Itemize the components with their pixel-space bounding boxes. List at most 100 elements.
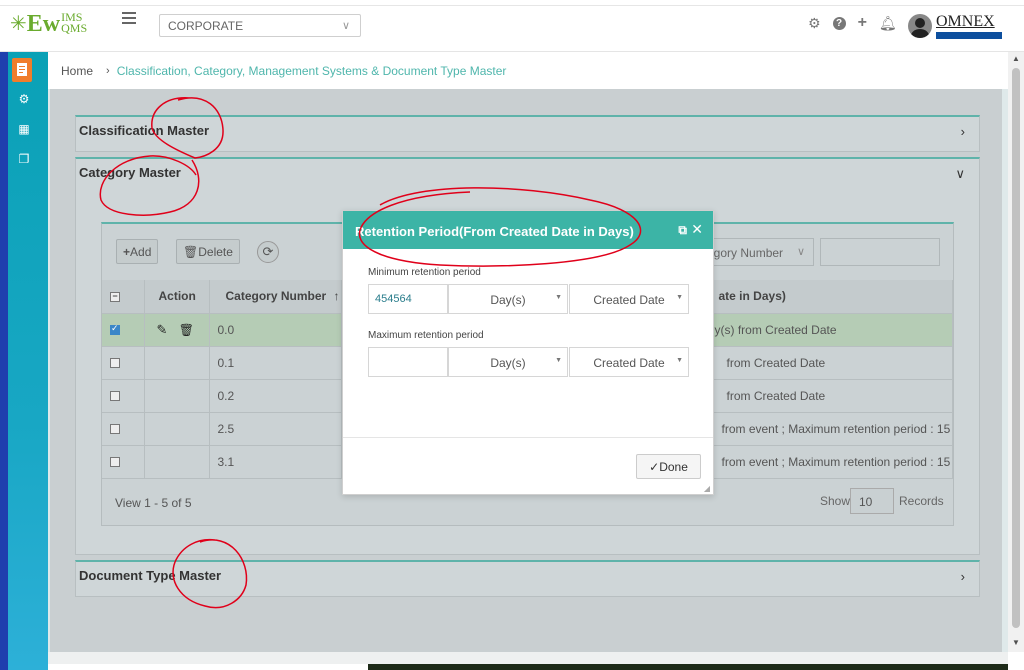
max-basis-select[interactable]: Created Date ▼ [569,347,689,377]
scroll-down-icon[interactable]: ▼ [1012,638,1020,647]
chevron-right-icon[interactable]: › [961,569,965,584]
popout-icon[interactable]: ⧉ [678,223,687,238]
min-retention-input[interactable]: 454564 [368,284,448,314]
retention-cell: from event ; Maximum retention period : … [708,445,953,479]
close-icon[interactable]: ✕ [691,221,703,238]
column-header-category-number[interactable]: Category Number ↑ [209,280,342,314]
caret-down-icon: ▼ [676,294,683,301]
filter-text-input[interactable] [820,238,940,266]
breadcrumb-home[interactable]: Home [61,64,93,78]
dialog-title: Retention Period(From Created Date in Da… [355,224,634,239]
add-icon[interactable]: + [858,14,867,32]
delete-button-label: Delete [198,245,233,259]
add-button-label: Add [130,245,152,259]
column-header-retention: ate in Days) [708,280,953,314]
min-retention-label: Minimum retention period [368,267,481,278]
sidebar-item-documents[interactable] [12,58,32,82]
scrollbar-thumb[interactable] [1012,68,1020,628]
row-checkbox[interactable] [110,358,120,369]
document-icon [17,63,27,76]
records-per-page-input[interactable]: 10 [850,488,894,514]
chevron-right-icon[interactable]: › [961,124,965,139]
scroll-up-icon[interactable]: ▲ [1012,54,1020,63]
app-logo[interactable]: ✳ Ew IMS QMS [10,11,87,36]
row-checkbox[interactable] [110,457,120,468]
row-actions [144,346,210,380]
edit-pencil-icon[interactable]: ✎ [157,322,168,337]
row-actions [144,379,210,413]
sort-asc-icon: ↑ [333,289,340,304]
select-all-checkbox[interactable]: − [110,292,120,303]
refresh-icon[interactable]: ⟳ [257,241,279,263]
sidebar-edge [0,52,8,670]
brand-name: OMNEX [936,13,995,30]
classification-master-title: Classification Master [79,123,210,138]
document-type-master-panel[interactable]: Document Type Master › [75,560,980,597]
taskbar-strip [368,664,1008,670]
min-unit-select[interactable]: Day(s) ▼ [448,284,568,314]
user-avatar[interactable] [908,14,932,38]
brand-logo: OMNEX [936,14,1004,40]
max-basis-value: Created Date [593,356,665,370]
unit-select-value: CORPORATE [168,19,244,33]
logo-subtext: IMS QMS [61,11,87,34]
header-icons: ⚙ ? + 🔔︎ [808,14,897,32]
top-divider [0,0,1024,6]
row-checkbox-cell [102,313,145,347]
retention-cell: from event ; Maximum retention period : … [708,412,953,446]
row-checkbox-cell [102,412,145,446]
menu-toggle-icon[interactable] [122,12,136,24]
row-actions: ✎ 🗑︎ [144,313,210,347]
show-label: Show [820,494,851,508]
retention-period-dialog: Retention Period(From Created Date in Da… [342,210,714,495]
category-number-cell: 3.1 [209,445,342,479]
settings-icon[interactable]: ⚙ [808,15,821,32]
breadcrumb: Home › Classification, Category, Managem… [48,52,1008,89]
sidebar-item-settings[interactable]: ⚙ [14,92,34,112]
min-basis-select[interactable]: Created Date ▼ [569,284,689,314]
checkmark-icon: ✓ [649,460,660,474]
resize-grip-icon[interactable]: ◢ [704,484,710,493]
row-actions [144,412,210,446]
breadcrumb-current[interactable]: Classification, Category, Management Sys… [117,64,507,78]
done-button-label: Done [659,460,688,474]
retention-cell: from Created Date [708,379,953,413]
delete-button[interactable]: 🗑︎Delete [176,239,240,264]
category-master-title[interactable]: Category Master [79,165,181,180]
copy-icon: ❐ [18,152,30,166]
caret-down-icon: ▼ [555,294,562,301]
chevron-down-icon[interactable]: ∨ [955,166,965,182]
brand-bar [936,32,1002,39]
trash-icon: 🗑︎ [183,245,199,259]
help-icon[interactable]: ? [832,16,846,30]
footer-bar [48,652,1008,664]
category-number-header-label: Category Number [225,289,327,304]
sidebar-item-copy[interactable]: ❐ [14,152,34,172]
notification-bell-icon[interactable]: 🔔︎ [879,15,897,32]
plus-icon: + [123,245,131,259]
row-checkbox-cell [102,379,145,413]
unit-select[interactable]: CORPORATE ∨ [159,14,361,37]
min-unit-value: Day(s) [490,293,526,307]
sidebar-item-building[interactable]: ▦ [14,122,34,142]
max-unit-select[interactable]: Day(s) ▼ [448,347,568,377]
retention-cell: from Created Date [708,346,953,380]
caret-down-icon: ▼ [555,357,562,364]
add-button[interactable]: +Add [116,239,159,264]
done-button[interactable]: ✓Done [636,454,701,479]
filter-column-select[interactable]: egory Number ∨ [706,238,814,266]
classification-master-panel[interactable]: Classification Master › [75,115,980,152]
row-checkbox-cell [102,445,145,479]
select-all-cell: − [102,280,145,314]
caret-down-icon: ▼ [676,357,683,364]
dialog-header: Retention Period(From Created Date in Da… [343,211,713,249]
logo-star-icon: ✳ [10,13,27,35]
document-type-master-title: Document Type Master [79,568,222,583]
trash-icon[interactable]: 🗑︎ [179,323,194,337]
vertical-scrollbar[interactable]: ▲ ▼ [1008,52,1024,652]
row-checkbox[interactable] [110,424,120,435]
dialog-footer-divider [343,437,713,438]
row-checkbox[interactable] [110,391,120,402]
max-retention-input[interactable] [368,347,448,377]
row-checkbox[interactable] [110,323,120,336]
